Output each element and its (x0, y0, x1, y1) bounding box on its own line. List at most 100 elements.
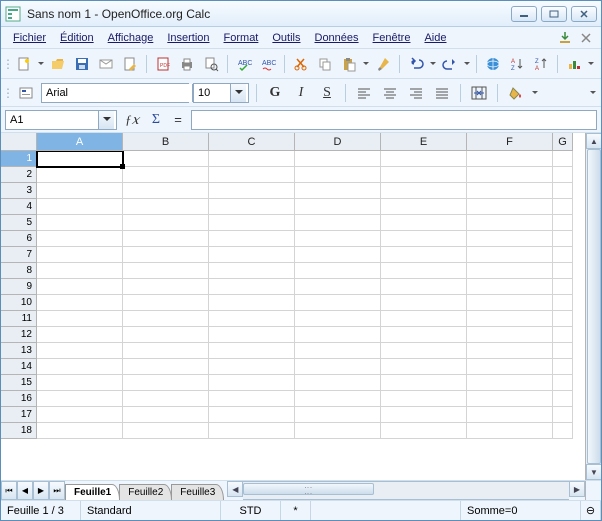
align-center-button[interactable] (379, 83, 401, 103)
col-header-A[interactable]: A (37, 133, 123, 151)
cell-C17[interactable] (209, 407, 295, 423)
maximize-button[interactable] (541, 6, 567, 22)
bg-color-button[interactable] (505, 83, 527, 103)
cell-E3[interactable] (381, 183, 467, 199)
cell-D1[interactable] (295, 151, 381, 167)
autospell-button[interactable]: ABC (257, 53, 279, 75)
row-header-6[interactable]: 6 (1, 231, 37, 247)
print-button[interactable] (176, 53, 198, 75)
cell-F18[interactable] (467, 423, 553, 439)
name-box-input[interactable] (6, 111, 98, 129)
cell-D7[interactable] (295, 247, 381, 263)
col-header-E[interactable]: E (381, 133, 467, 151)
cell-E11[interactable] (381, 311, 467, 327)
cell-E15[interactable] (381, 375, 467, 391)
menu-format[interactable]: Format (218, 30, 265, 46)
scroll-down-button[interactable]: ▼ (586, 464, 601, 480)
cell-B14[interactable] (123, 359, 209, 375)
toolbar-more-dropdown[interactable] (587, 60, 595, 68)
formula-input[interactable] (191, 110, 597, 130)
cell-D18[interactable] (295, 423, 381, 439)
row-header-1[interactable]: 1 (1, 151, 37, 167)
cell-E8[interactable] (381, 263, 467, 279)
cell-C16[interactable] (209, 391, 295, 407)
save-button[interactable] (71, 53, 93, 75)
cell-A14[interactable] (37, 359, 123, 375)
menu-fichier[interactable]: Fichier (7, 30, 52, 46)
row-header-9[interactable]: 9 (1, 279, 37, 295)
cell-B6[interactable] (123, 231, 209, 247)
cell-F11[interactable] (467, 311, 553, 327)
cell-D17[interactable] (295, 407, 381, 423)
col-header-B[interactable]: B (123, 133, 209, 151)
cell-D9[interactable] (295, 279, 381, 295)
cell-G11[interactable] (553, 311, 573, 327)
cell-A3[interactable] (37, 183, 123, 199)
cell-B15[interactable] (123, 375, 209, 391)
cell-B17[interactable] (123, 407, 209, 423)
sheet-tab-feuille2[interactable]: Feuille2 (119, 484, 172, 500)
redo-button[interactable] (439, 53, 461, 75)
cell-E5[interactable] (381, 215, 467, 231)
new-doc-dropdown[interactable] (37, 60, 45, 68)
print-preview-button[interactable] (200, 53, 222, 75)
cell-B18[interactable] (123, 423, 209, 439)
hscroll-thumb[interactable] (243, 483, 373, 495)
cell-E2[interactable] (381, 167, 467, 183)
cell-E17[interactable] (381, 407, 467, 423)
scroll-left-button[interactable]: ◀ (227, 481, 243, 497)
status-sum[interactable]: Somme=0 (461, 501, 581, 520)
new-doc-button[interactable] (13, 53, 35, 75)
cell-E12[interactable] (381, 327, 467, 343)
merge-cells-button[interactable] (468, 83, 490, 103)
cell-A9[interactable] (37, 279, 123, 295)
cell-E14[interactable] (381, 359, 467, 375)
copy-button[interactable] (314, 53, 336, 75)
cell-A10[interactable] (37, 295, 123, 311)
scroll-up-button[interactable]: ▲ (586, 133, 601, 149)
email-button[interactable] (95, 53, 117, 75)
underline-button[interactable]: S (316, 83, 338, 103)
row-header-4[interactable]: 4 (1, 199, 37, 215)
equals-icon[interactable]: = (171, 112, 185, 127)
bold-button[interactable]: G (264, 83, 286, 103)
cell-G15[interactable] (553, 375, 573, 391)
cell-E10[interactable] (381, 295, 467, 311)
cell-B5[interactable] (123, 215, 209, 231)
cell-G18[interactable] (553, 423, 573, 439)
cell-A8[interactable] (37, 263, 123, 279)
cell-F7[interactable] (467, 247, 553, 263)
cell-A7[interactable] (37, 247, 123, 263)
cell-G3[interactable] (553, 183, 573, 199)
bg-color-dropdown[interactable] (531, 89, 539, 97)
cell-F2[interactable] (467, 167, 553, 183)
cell-F15[interactable] (467, 375, 553, 391)
col-header-D[interactable]: D (295, 133, 381, 151)
cell-F8[interactable] (467, 263, 553, 279)
italic-button[interactable]: I (290, 83, 312, 103)
cell-A5[interactable] (37, 215, 123, 231)
cell-A17[interactable] (37, 407, 123, 423)
cell-B2[interactable] (123, 167, 209, 183)
cell-D8[interactable] (295, 263, 381, 279)
cell-F9[interactable] (467, 279, 553, 295)
sheet-tab-feuille3[interactable]: Feuille3 (171, 484, 224, 500)
cell-C13[interactable] (209, 343, 295, 359)
row-header-15[interactable]: 15 (1, 375, 37, 391)
cell-D11[interactable] (295, 311, 381, 327)
cell-A12[interactable] (37, 327, 123, 343)
row-header-13[interactable]: 13 (1, 343, 37, 359)
sheet-tab-feuille1[interactable]: Feuille1 (65, 484, 120, 500)
col-header-C[interactable]: C (209, 133, 295, 151)
row-header-8[interactable]: 8 (1, 263, 37, 279)
paste-dropdown[interactable] (362, 60, 370, 68)
cell-C10[interactable] (209, 295, 295, 311)
cell-F6[interactable] (467, 231, 553, 247)
zoom-minus-icon[interactable]: ⊖ (581, 501, 601, 520)
cut-button[interactable] (290, 53, 312, 75)
cell-A13[interactable] (37, 343, 123, 359)
cell-A4[interactable] (37, 199, 123, 215)
cell-A2[interactable] (37, 167, 123, 183)
function-wizard-icon[interactable]: ƒ𝑥 (123, 112, 141, 128)
cell-C5[interactable] (209, 215, 295, 231)
